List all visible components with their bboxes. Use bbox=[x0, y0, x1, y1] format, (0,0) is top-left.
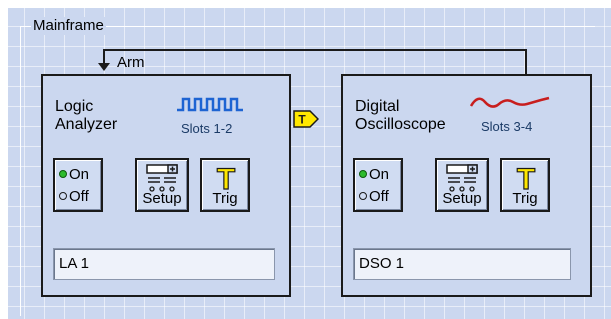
trig-t-icon: T bbox=[516, 163, 536, 193]
trig-button[interactable]: T Trig bbox=[200, 158, 250, 212]
on-option[interactable]: On bbox=[59, 167, 89, 182]
led-off-icon bbox=[59, 192, 67, 201]
on-off-toggle[interactable]: On Off bbox=[353, 158, 403, 212]
square-wave-icon bbox=[177, 97, 243, 112]
sine-wave-icon bbox=[469, 96, 550, 108]
setup-button[interactable]: Setup bbox=[435, 158, 489, 212]
digital-oscilloscope-module[interactable]: Digital Oscilloscope Slots 3-4 On Off Se… bbox=[341, 74, 592, 297]
module-name: Logic Analyzer bbox=[55, 98, 118, 133]
trig-t-icon: T bbox=[216, 163, 236, 193]
arm-label: Arm bbox=[117, 54, 145, 71]
led-on-icon bbox=[59, 170, 67, 179]
setup-label: Setup bbox=[442, 190, 482, 207]
module-name: Digital Oscilloscope bbox=[355, 98, 446, 133]
slots-label: Slots 3-4 bbox=[481, 119, 533, 134]
trigger-connector-icon[interactable]: T bbox=[293, 110, 319, 128]
off-option[interactable]: Off bbox=[359, 189, 389, 204]
logic-analyzer-module[interactable]: Logic Analyzer Slots 1-2 On Off Setup T … bbox=[41, 74, 291, 297]
trig-label: Trig bbox=[512, 190, 538, 207]
off-option[interactable]: Off bbox=[59, 189, 89, 204]
trig-label: Trig bbox=[212, 190, 238, 207]
led-on-icon bbox=[359, 170, 367, 179]
trigger-connector-label: T bbox=[298, 113, 306, 127]
instance-name-field[interactable]: LA 1 bbox=[53, 248, 275, 280]
setup-label: Setup bbox=[142, 190, 182, 207]
on-off-toggle[interactable]: On Off bbox=[53, 158, 103, 212]
on-option[interactable]: On bbox=[359, 167, 389, 182]
svg-text:T: T bbox=[217, 163, 235, 193]
led-off-icon bbox=[359, 192, 367, 201]
slots-label: Slots 1-2 bbox=[181, 121, 233, 136]
instance-name-field[interactable]: DSO 1 bbox=[353, 248, 571, 280]
svg-text:T: T bbox=[517, 163, 535, 193]
setup-button[interactable]: Setup bbox=[135, 158, 189, 212]
mainframe-title: Mainframe bbox=[31, 17, 106, 35]
trig-button[interactable]: T Trig bbox=[500, 158, 550, 212]
